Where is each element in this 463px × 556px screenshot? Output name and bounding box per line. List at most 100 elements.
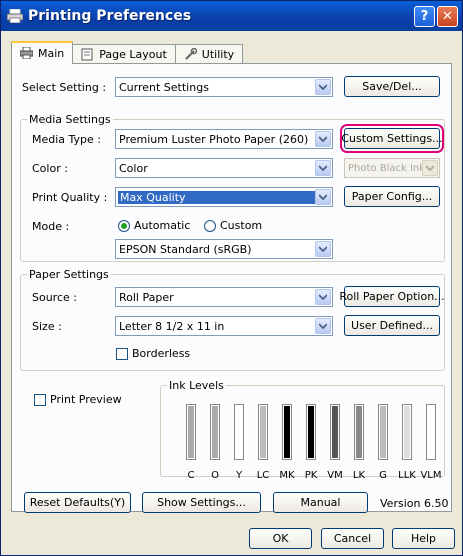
chevron-down-icon[interactable] xyxy=(315,160,331,176)
ink-label-llk: LLK xyxy=(398,470,416,481)
window-title: Printing Preferences xyxy=(28,8,192,24)
ink-fill-mk xyxy=(284,406,290,458)
ink-label-mk: MK xyxy=(279,470,295,481)
color-mode-value: EPSON Standard (sRGB) xyxy=(119,242,252,256)
help-button[interactable]: Help xyxy=(392,528,455,549)
media-settings-legend: Media Settings xyxy=(27,113,113,126)
paper-settings-legend: Paper Settings xyxy=(27,268,111,281)
chevron-down-icon[interactable] xyxy=(315,289,331,305)
chevron-down-icon[interactable] xyxy=(315,131,331,147)
ink-bar-g xyxy=(378,404,388,460)
ink-fill-llk xyxy=(404,406,410,458)
print-preview-label: Print Preview xyxy=(50,393,122,406)
borderless-label: Borderless xyxy=(132,347,191,360)
print-quality-label: Print Quality : xyxy=(32,191,108,204)
media-type-dropdown[interactable]: Premium Luster Photo Paper (260) xyxy=(115,129,333,149)
ink-label-vm: VM xyxy=(327,470,343,481)
checkbox-box xyxy=(116,347,128,360)
ink-label-lk: LK xyxy=(352,470,366,481)
paper-config-button[interactable]: Paper Config... xyxy=(344,186,440,207)
tab-bar: Main Page Layout Utility xyxy=(11,40,244,64)
ink-levels-group: Ink Levels C O Y LC MK PK VM LK G LLK VLM xyxy=(160,379,445,481)
tab-label: Page Layout xyxy=(99,48,167,61)
manual-button[interactable]: Manual xyxy=(273,492,368,513)
size-label: Size : xyxy=(32,320,62,333)
ink-bar-c xyxy=(186,404,196,460)
ink-bar-pk xyxy=(306,404,316,460)
select-setting-value: Current Settings xyxy=(119,80,209,94)
mode-custom-label: Custom xyxy=(220,219,263,232)
size-dropdown[interactable]: Letter 8 1/2 x 11 in xyxy=(115,316,333,336)
mode-label: Mode : xyxy=(32,220,70,233)
printer-icon xyxy=(20,47,33,60)
chevron-down-icon[interactable] xyxy=(315,79,331,95)
radio-selected-icon xyxy=(118,219,130,232)
ink-label-c: C xyxy=(187,470,195,481)
tab-page-layout[interactable]: Page Layout xyxy=(72,44,176,64)
size-value: Letter 8 1/2 x 11 in xyxy=(119,319,225,333)
black-ink-dropdown: Photo Black Ink xyxy=(344,158,440,178)
ink-fill-g xyxy=(380,406,386,458)
printer-icon xyxy=(7,8,23,24)
ink-label-lc: LC xyxy=(256,470,270,481)
save-del-button[interactable]: Save/Del... xyxy=(344,76,440,97)
help-title-button[interactable]: ? xyxy=(414,6,435,27)
tab-label: Utility xyxy=(201,48,235,61)
user-defined-button[interactable]: User Defined... xyxy=(344,315,440,336)
chevron-down-icon[interactable] xyxy=(315,189,331,205)
print-quality-dropdown[interactable]: Max Quality xyxy=(115,187,333,207)
ink-label-o: O xyxy=(211,470,219,481)
radio-empty-icon xyxy=(204,219,216,232)
roll-paper-option-button[interactable]: Roll Paper Option... xyxy=(339,286,445,307)
color-dropdown[interactable]: Color xyxy=(115,158,333,178)
main-tab-panel: Select Setting : Current Settings Save/D… xyxy=(11,63,452,513)
close-button[interactable]: ✕ xyxy=(437,6,458,27)
color-value: Color xyxy=(119,161,148,175)
tab-main[interactable]: Main xyxy=(11,41,74,64)
help-icon: ? xyxy=(420,9,429,24)
ink-label-pk: PK xyxy=(304,470,318,481)
tab-label: Main xyxy=(38,47,65,60)
ink-label-vlm: VLM xyxy=(420,470,442,481)
ink-bar-lk xyxy=(354,404,364,460)
mode-custom-radio[interactable]: Custom xyxy=(204,219,262,232)
ink-bar-vlm xyxy=(426,404,436,460)
ink-label-g: G xyxy=(379,470,387,481)
mode-automatic-radio[interactable]: Automatic xyxy=(118,219,190,232)
show-settings-button[interactable]: Show Settings... xyxy=(142,492,261,513)
select-setting-label: Select Setting : xyxy=(22,81,107,94)
ink-fill-lc xyxy=(260,406,266,458)
ink-bar-mk xyxy=(282,404,292,460)
print-preview-checkbox[interactable]: Print Preview xyxy=(34,393,122,406)
printing-preferences-window: Printing Preferences ? ✕ Main Page Layou… xyxy=(0,0,463,556)
checkbox-box xyxy=(34,393,46,406)
page-icon xyxy=(81,48,94,61)
source-label: Source : xyxy=(32,291,77,304)
source-value: Roll Paper xyxy=(119,290,174,304)
borderless-checkbox[interactable]: Borderless xyxy=(116,347,190,360)
color-mode-dropdown[interactable]: EPSON Standard (sRGB) xyxy=(115,239,333,259)
ok-button[interactable]: OK xyxy=(249,528,312,549)
chevron-down-icon[interactable] xyxy=(315,318,331,334)
color-label: Color : xyxy=(32,162,68,175)
ink-bar-o xyxy=(210,404,220,460)
ink-fill-lk xyxy=(356,406,362,458)
custom-settings-button[interactable]: Custom Settings... xyxy=(340,124,444,153)
ink-fill-vlm xyxy=(428,406,434,458)
ink-fill-o xyxy=(212,406,218,458)
ink-bar-vm xyxy=(330,404,340,460)
mode-automatic-label: Automatic xyxy=(134,219,191,232)
chevron-down-icon[interactable] xyxy=(315,241,331,257)
media-type-value: Premium Luster Photo Paper (260) xyxy=(119,132,309,146)
ink-bar-llk xyxy=(402,404,412,460)
tab-utility[interactable]: Utility xyxy=(174,44,244,64)
title-bar[interactable]: Printing Preferences ? ✕ xyxy=(1,1,462,31)
ink-fill-y xyxy=(236,406,242,458)
cancel-button[interactable]: Cancel xyxy=(321,528,384,549)
reset-defaults-button[interactable]: Reset Defaults(Y) xyxy=(24,492,131,513)
select-setting-dropdown[interactable]: Current Settings xyxy=(115,77,333,97)
ink-bar-lc xyxy=(258,404,268,460)
wrench-icon xyxy=(184,48,197,61)
source-dropdown[interactable]: Roll Paper xyxy=(115,287,333,307)
media-type-label: Media Type : xyxy=(32,133,102,146)
